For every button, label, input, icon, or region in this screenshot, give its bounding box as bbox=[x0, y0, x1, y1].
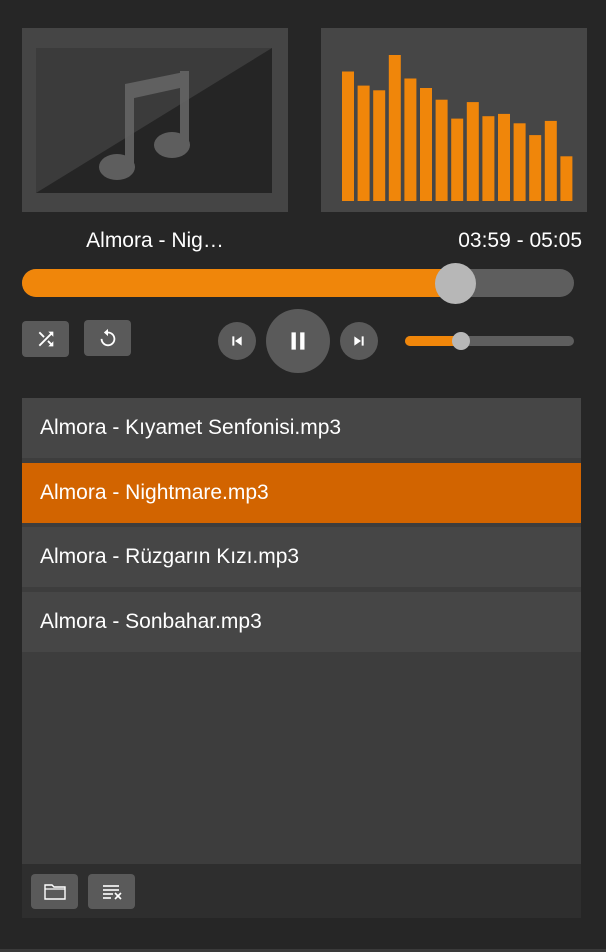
shuffle-icon bbox=[38, 331, 53, 347]
visualizer-bar bbox=[529, 135, 542, 201]
previous-track-button[interactable] bbox=[218, 322, 256, 360]
folder-icon bbox=[43, 883, 66, 900]
playlist-item[interactable]: Almora - Nightmare.mp3 bbox=[22, 463, 581, 523]
visualizer-bar bbox=[420, 88, 432, 201]
playlist-item[interactable]: Almora - Rüzgarın Kızı.mp3 bbox=[22, 527, 581, 587]
shuffle-button[interactable] bbox=[22, 321, 69, 357]
visualizer-bar bbox=[357, 85, 370, 201]
visualizer-bar bbox=[466, 102, 479, 201]
visualizer-bar bbox=[544, 120, 557, 201]
visualizer-bar bbox=[373, 90, 386, 201]
playlist-item[interactable]: Almora - Sonbahar.mp3 bbox=[22, 592, 581, 652]
visualizer-bar bbox=[451, 118, 464, 201]
open-folder-button[interactable] bbox=[31, 874, 78, 909]
seek-progress bbox=[22, 269, 455, 297]
track-time: 03:59 - 05:05 bbox=[458, 229, 582, 252]
playlist-item[interactable]: Almora - Kıyamet Senfonisi.mp3 bbox=[22, 398, 581, 458]
visualizer-bar bbox=[342, 71, 354, 201]
seek-bar[interactable] bbox=[22, 263, 574, 304]
seek-handle[interactable] bbox=[434, 263, 476, 304]
repeat-icon bbox=[100, 328, 115, 347]
repeat-button[interactable] bbox=[84, 320, 131, 356]
next-track-button[interactable] bbox=[340, 322, 378, 360]
pause-button[interactable] bbox=[266, 309, 330, 373]
visualizer-bar bbox=[560, 156, 573, 201]
playlist-toolbar bbox=[22, 864, 581, 918]
skip-previous-icon bbox=[232, 336, 242, 346]
visualizer-bar bbox=[435, 99, 448, 201]
pause-icon bbox=[291, 332, 305, 350]
visualizer-bar bbox=[404, 78, 417, 201]
now-playing-title: Almora - Nig… bbox=[86, 229, 224, 252]
music-note-icon bbox=[22, 28, 288, 212]
volume-handle[interactable] bbox=[451, 332, 470, 350]
visualizer-bar bbox=[498, 113, 510, 201]
visualizer-bar bbox=[388, 55, 401, 201]
skip-next-icon bbox=[354, 336, 364, 346]
clear-playlist-button[interactable] bbox=[88, 874, 135, 909]
visualizer-bar bbox=[482, 116, 495, 201]
visualizer-bars bbox=[342, 55, 573, 201]
volume-slider[interactable] bbox=[405, 332, 574, 350]
music-player-app: Almora - Nig… 03:59 - 05:05 Almora - Kıy… bbox=[0, 0, 606, 952]
audio-visualizer bbox=[321, 28, 587, 212]
album-art bbox=[22, 28, 288, 212]
playlist: Almora - Kıyamet Senfonisi.mp3 Almora - … bbox=[22, 398, 581, 864]
visualizer-bar bbox=[513, 123, 526, 201]
clear-playlist-icon bbox=[102, 884, 122, 900]
